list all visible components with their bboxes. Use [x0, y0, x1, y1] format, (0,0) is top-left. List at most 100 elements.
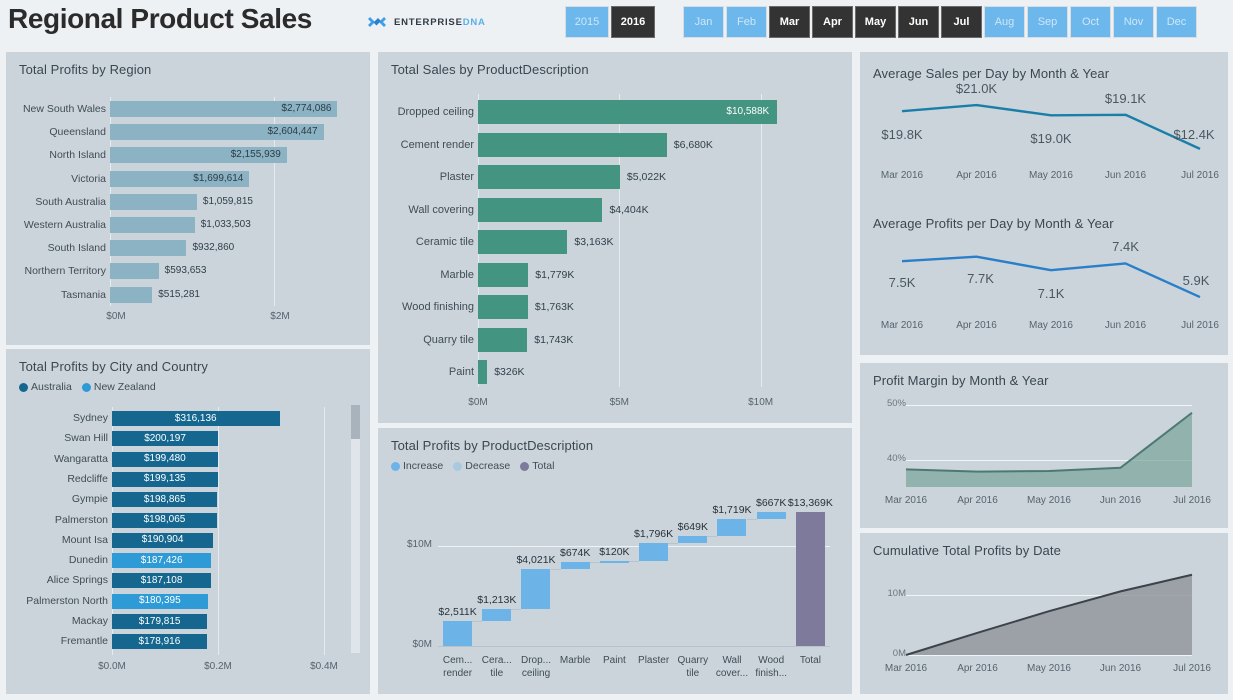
month-chip-sep[interactable]: Sep — [1027, 6, 1068, 38]
brand-text: ENTERPRISEDNA — [394, 17, 486, 28]
bar-value-label: $187,108 — [140, 574, 183, 586]
x-axis-tick: May 2016 — [1027, 663, 1071, 674]
waterfall-bar[interactable] — [756, 512, 786, 519]
bar-value-label: $326K — [494, 366, 525, 378]
bar[interactable] — [110, 263, 159, 280]
legend-swatch-icon — [19, 382, 28, 392]
waterfall-bar[interactable] — [678, 536, 708, 543]
year-chip-2016[interactable]: 2016 — [611, 6, 655, 38]
waterfall-bar[interactable] — [717, 518, 747, 537]
chart-legend: Australia New Zealand — [19, 381, 156, 393]
bar-category-label: Quarry tile — [423, 333, 474, 346]
year-chip-2015[interactable]: 2015 — [565, 6, 609, 38]
vertical-scrollbar-track[interactable] — [351, 405, 360, 653]
waterfall-value-label: $120K — [599, 545, 630, 558]
bar[interactable] — [478, 295, 528, 319]
legend-item-decrease[interactable]: Decrease — [453, 460, 510, 472]
month-chip-mar[interactable]: Mar — [769, 6, 810, 38]
bar-category-label: Mount Isa — [61, 533, 108, 546]
panel-profit-margin-by-month-year[interactable]: Profit Margin by Month & Year 40% 50% Mar … — [860, 363, 1228, 528]
x-axis-tick: Mar 2016 — [884, 663, 928, 674]
brand-name: ENTERPRISE — [394, 17, 463, 28]
legend-label: Decrease — [465, 460, 511, 472]
bar[interactable] — [478, 165, 620, 189]
legend-label: New Zealand — [93, 381, 156, 393]
legend-item-increase[interactable]: Increase — [391, 460, 443, 472]
bar-value-label: $10,588K — [726, 106, 770, 117]
bar[interactable] — [478, 132, 667, 157]
bar-value-label: $6,680K — [673, 138, 713, 151]
waterfall-bar[interactable] — [443, 620, 473, 646]
y-axis-gridline — [906, 404, 1192, 406]
waterfall-bar[interactable] — [560, 561, 590, 569]
month-chip-jan[interactable]: Jan — [683, 6, 724, 38]
bar-value-label: $198,065 — [143, 514, 186, 525]
month-chip-jul[interactable]: Jul — [941, 6, 982, 38]
y-axis-gridline — [438, 546, 830, 547]
bar[interactable] — [478, 262, 529, 287]
bar[interactable] — [110, 193, 197, 210]
month-chip-nov[interactable]: Nov — [1113, 6, 1154, 38]
waterfall-bar[interactable] — [795, 512, 825, 646]
chart-title: Total Sales by ProductDescription — [391, 62, 589, 77]
waterfall-value-label: $649K — [677, 521, 708, 534]
month-chip-apr[interactable]: Apr — [812, 6, 853, 38]
panel-total-sales-by-productdescription[interactable]: Total Sales by ProductDescription $0M $5M… — [378, 52, 852, 423]
month-chip-jun[interactable]: Jun — [898, 6, 939, 38]
bar-value-label: $3,163K — [574, 236, 614, 248]
bar[interactable] — [478, 360, 488, 384]
month-chip-dec[interactable]: Dec — [1156, 6, 1197, 38]
y-axis-gridline — [906, 595, 1192, 596]
dashboard-header: Regional Product Sales ENTERPRISEDNA 201… — [0, 0, 1233, 44]
data-point-label: 7.4K — [1112, 239, 1139, 255]
waterfall-bar[interactable] — [599, 560, 629, 563]
waterfall-category-label: Total — [799, 655, 821, 666]
data-point-label: $19.1K — [1104, 90, 1147, 106]
chart-title-avg-sales: Average Sales per Day by Month & Year — [873, 66, 1110, 81]
x-axis-tick: Apr 2016 — [957, 663, 998, 674]
panel-total-profits-by-city-and-country[interactable]: Total Profits by City and Country Austra… — [6, 349, 370, 694]
month-chip-feb[interactable]: Feb — [726, 6, 767, 38]
bar[interactable] — [478, 327, 528, 352]
month-chip-may[interactable]: May — [855, 6, 896, 38]
legend-item-australia[interactable]: Australia — [19, 381, 72, 393]
vertical-scrollbar-thumb[interactable] — [351, 405, 360, 439]
y-axis-tick: 50% — [886, 397, 906, 409]
month-slicer[interactable]: Jan Feb Mar Apr May Jun Jul Aug Sep Oct … — [683, 6, 1197, 38]
legend-item-total[interactable]: Total — [520, 460, 554, 472]
line-series — [901, 103, 1201, 150]
year-slicer[interactable]: 2015 2016 — [565, 6, 655, 38]
x-axis-tick: Mar 2016 — [880, 170, 924, 181]
bar[interactable] — [110, 286, 153, 303]
waterfall-value-label: $2,511K — [438, 605, 477, 618]
data-point-label: $21.0K — [955, 81, 998, 97]
month-chip-aug[interactable]: Aug — [984, 6, 1025, 38]
x-axis-tick: Jun 2016 — [1099, 495, 1142, 506]
bar-category-label: Alice Springs — [46, 574, 108, 587]
x-axis-tick: $2M — [270, 310, 290, 322]
bar-value-label: $1,779K — [535, 268, 575, 281]
chart-legend: Increase Decrease Total — [391, 460, 554, 472]
data-point-label: 7.1K — [1037, 286, 1065, 302]
panel-total-profits-by-productdescription[interactable]: Total Profits by ProductDescription Incr… — [378, 428, 852, 694]
waterfall-bar[interactable] — [521, 568, 551, 609]
bar-category-label: Queensland — [49, 126, 106, 139]
bar-category-label: Western Australia — [23, 219, 106, 231]
y-axis-tick: $10M — [406, 539, 432, 550]
legend-item-new-zealand[interactable]: New Zealand — [81, 381, 156, 393]
month-chip-oct[interactable]: Oct — [1070, 6, 1111, 38]
dna-logo-icon — [368, 17, 386, 27]
legend-swatch-icon — [391, 461, 400, 471]
bar-category-label: Palmerston North — [26, 594, 108, 607]
bar[interactable] — [110, 217, 195, 233]
bar[interactable] — [478, 197, 603, 222]
panel-cumulative-total-profits-by-date[interactable]: Cumulative Total Profits by Date 0M 10M Ma… — [860, 533, 1228, 694]
bar[interactable] — [478, 230, 568, 254]
panel-averages-per-day[interactable]: Average Sales per Day by Month & Year Av… — [860, 52, 1228, 355]
data-point-label: $19.8K — [881, 127, 923, 143]
waterfall-connector — [550, 568, 561, 570]
waterfall-bar[interactable] — [482, 608, 512, 621]
bar[interactable] — [110, 240, 187, 257]
panel-total-profits-by-region[interactable]: Total Profits by Region $0M $2M New South … — [6, 52, 370, 345]
waterfall-bar[interactable] — [639, 542, 669, 561]
